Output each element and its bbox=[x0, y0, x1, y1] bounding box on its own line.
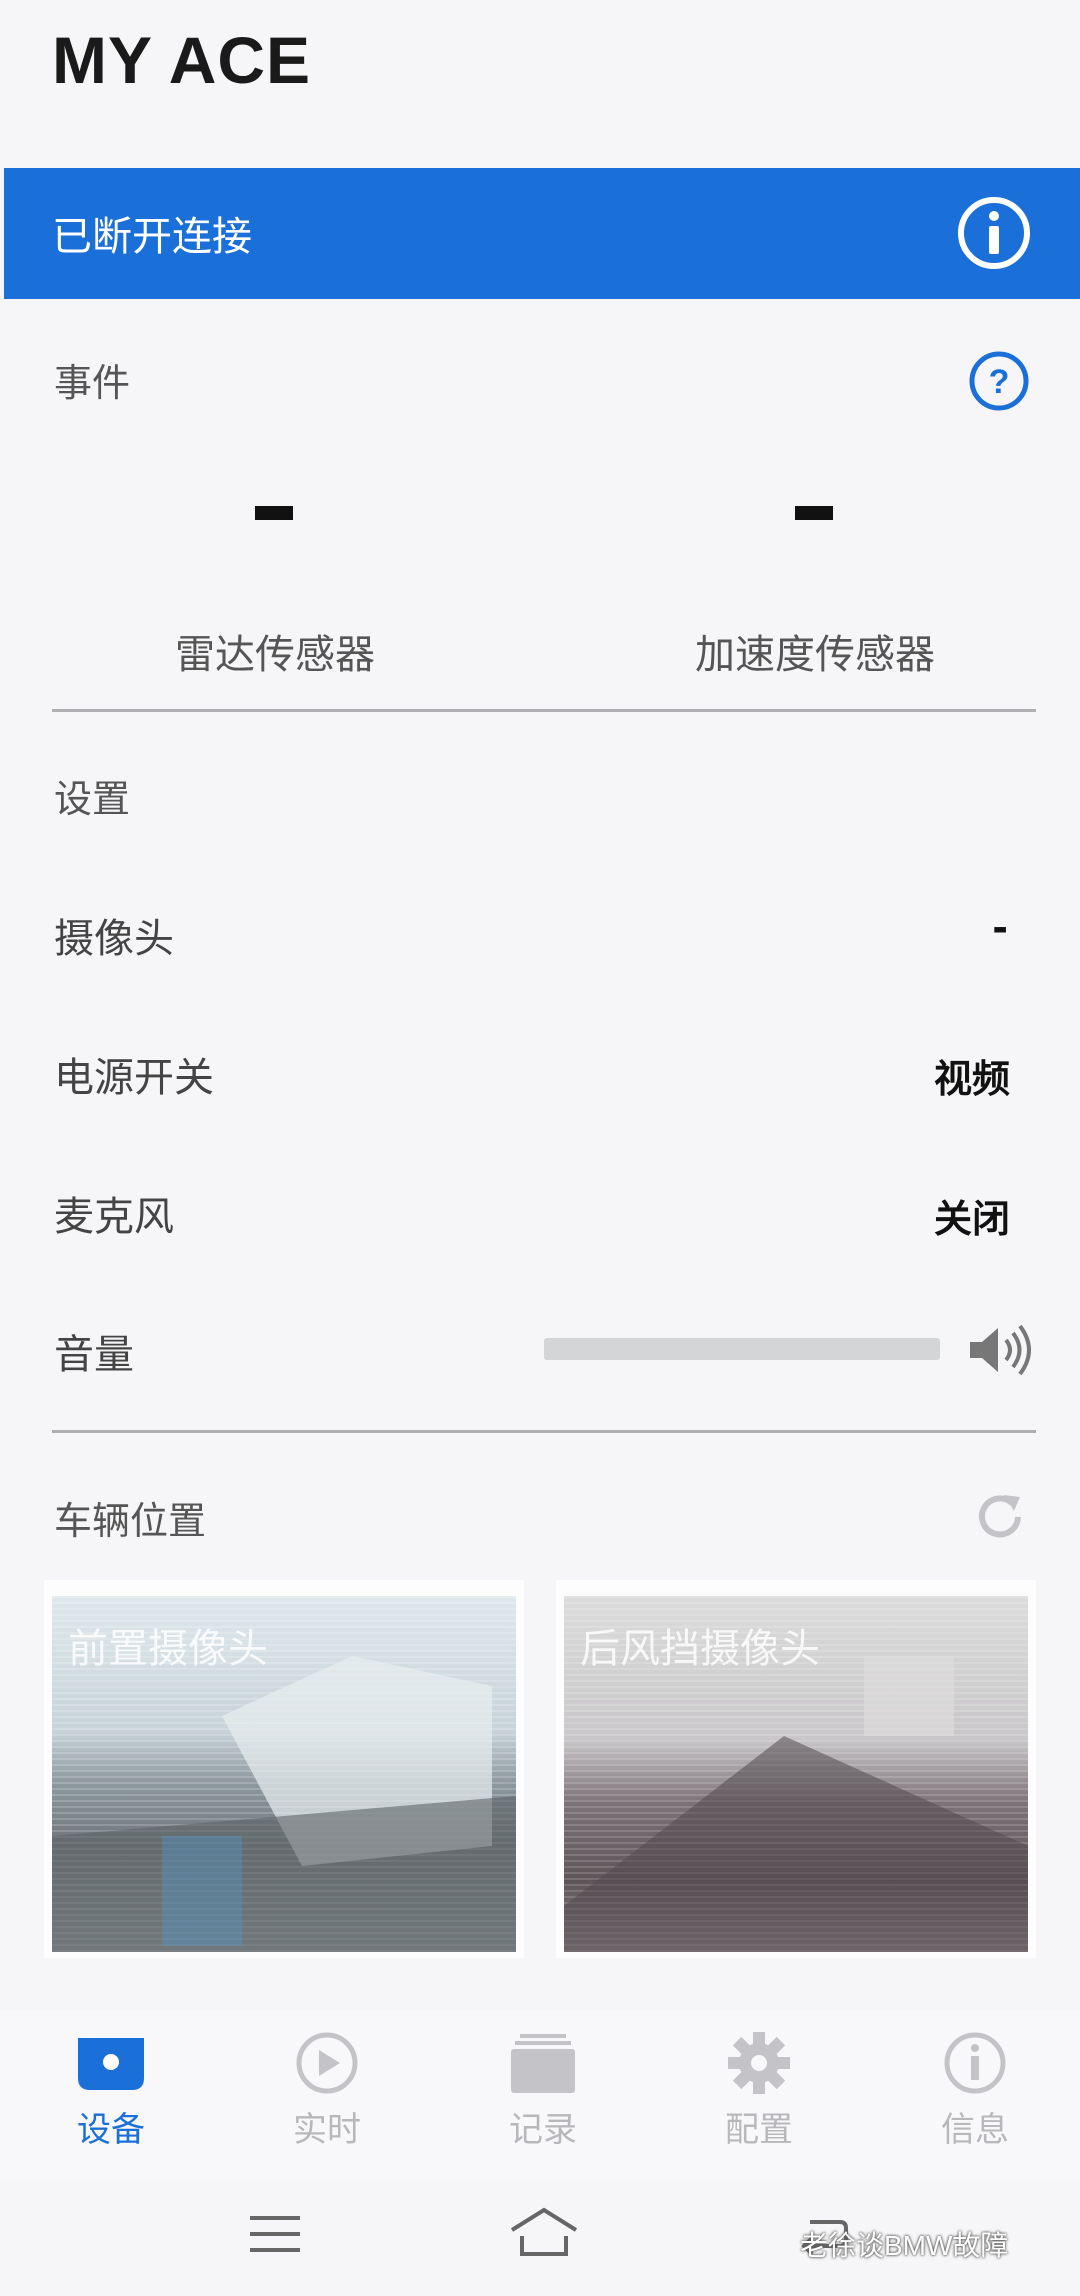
nav-tab-config[interactable]: 配置 bbox=[694, 2030, 824, 2151]
rear-camera-card[interactable]: 后风挡摄像头 bbox=[556, 1580, 1036, 1958]
microphone-value[interactable]: 关闭 bbox=[934, 1188, 1010, 1243]
divider bbox=[52, 709, 1036, 712]
app-title: MY ACE bbox=[52, 23, 312, 97]
nav-tab-device[interactable]: 设备 bbox=[46, 2030, 176, 2151]
info-icon bbox=[944, 2032, 1006, 2094]
camera-setting-label: 摄像头 bbox=[54, 916, 174, 962]
front-camera-label: 前置摄像头 bbox=[68, 1626, 268, 1672]
question-circle-icon[interactable]: ? bbox=[968, 350, 1030, 412]
accelerometer-sensor-value: - bbox=[795, 506, 833, 520]
power-switch-value[interactable]: 视频 bbox=[934, 1048, 1010, 1103]
nav-tab-live[interactable]: 实时 bbox=[262, 2030, 392, 2151]
radar-sensor-label: 雷达传感器 bbox=[175, 632, 375, 678]
svg-text:?: ? bbox=[989, 363, 1010, 401]
nav-tab-records[interactable]: 记录 bbox=[478, 2030, 608, 2151]
play-icon bbox=[296, 2032, 358, 2094]
home-icon[interactable] bbox=[508, 2206, 580, 2258]
nav-tab-info[interactable]: 信息 bbox=[910, 2030, 1040, 2151]
gear-icon bbox=[728, 2032, 790, 2094]
rear-camera-label: 后风挡摄像头 bbox=[580, 1626, 820, 1672]
records-icon bbox=[511, 2034, 575, 2093]
nav-label-info: 信息 bbox=[941, 2110, 1009, 2150]
watermark-text: 老徐谈BMW故障 bbox=[800, 2230, 1009, 2261]
events-section-label: 事件 bbox=[54, 361, 131, 405]
settings-section-label: 设置 bbox=[54, 777, 131, 821]
volume-slider[interactable] bbox=[544, 1338, 940, 1360]
power-switch-label: 电源开关 bbox=[54, 1055, 214, 1101]
speaker-icon[interactable] bbox=[966, 1322, 1032, 1378]
front-camera-card[interactable]: 前置摄像头 bbox=[44, 1580, 524, 1958]
menu-icon[interactable] bbox=[248, 2214, 302, 2254]
microphone-label: 麦克风 bbox=[54, 1194, 174, 1240]
info-icon[interactable] bbox=[956, 195, 1032, 271]
nav-label-live: 实时 bbox=[293, 2110, 361, 2150]
vehicle-location-label: 车辆位置 bbox=[54, 1499, 207, 1543]
camera-setting-value[interactable]: - bbox=[992, 906, 1008, 950]
accelerometer-sensor-label: 加速度传感器 bbox=[695, 632, 935, 678]
volume-label: 音量 bbox=[54, 1332, 134, 1378]
nav-label-device: 设备 bbox=[77, 2110, 145, 2150]
radar-sensor-value: - bbox=[255, 506, 293, 520]
nav-label-records: 记录 bbox=[509, 2110, 577, 2150]
refresh-icon[interactable] bbox=[970, 1487, 1030, 1547]
connection-status-text: 已断开连接 bbox=[52, 214, 252, 260]
nav-label-config: 配置 bbox=[725, 2110, 793, 2150]
divider bbox=[52, 1430, 1036, 1433]
device-icon bbox=[78, 2038, 144, 2090]
